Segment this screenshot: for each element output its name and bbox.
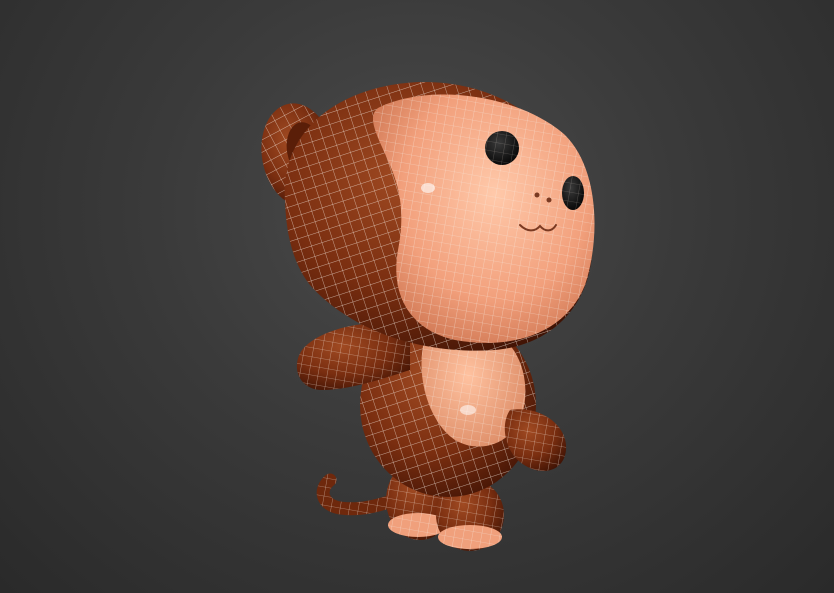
monkey-face[interactable] [372, 94, 595, 343]
monkey-tail[interactable] [316, 473, 402, 516]
monkey-right-eye [562, 176, 584, 210]
viewport-3d[interactable] [0, 0, 834, 593]
monkey-left-eye [485, 131, 519, 165]
viewport-canvas[interactable] [0, 0, 834, 593]
